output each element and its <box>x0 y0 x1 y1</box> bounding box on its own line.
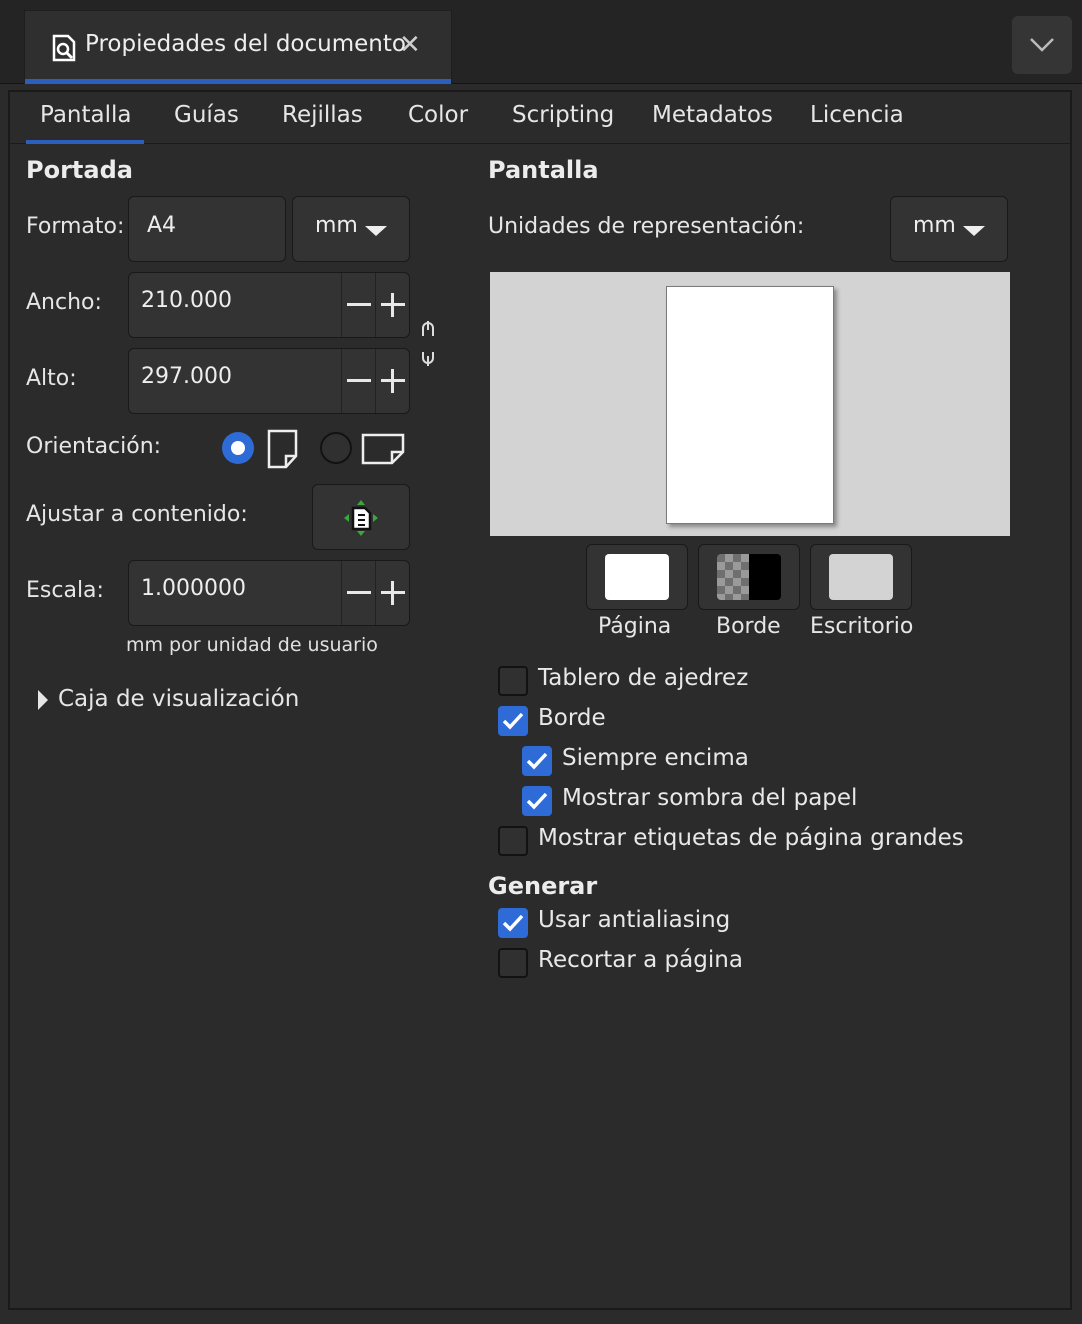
landscape-page-icon[interactable] <box>360 432 406 466</box>
viewbox-expander[interactable]: Caja de visualización <box>58 686 299 712</box>
desk-color-label: Escritorio <box>810 614 914 639</box>
tab-scripting[interactable]: Scripting <box>512 102 614 128</box>
preview-page <box>666 286 834 524</box>
always-on-top-checkbox[interactable] <box>522 746 552 776</box>
border-color-swatch <box>717 554 781 600</box>
page-color-button[interactable] <box>586 544 688 610</box>
width-increment-button[interactable] <box>377 273 411 337</box>
fit-to-content-label: Ajustar a contenido: <box>26 502 248 527</box>
scale-decrement-button[interactable] <box>341 561 375 625</box>
height-increment-button[interactable] <box>377 349 411 413</box>
desk-color-button[interactable] <box>810 544 912 610</box>
orientation-label: Orientación: <box>26 434 162 459</box>
scale-increment-button[interactable] <box>377 561 411 625</box>
active-tab-indicator <box>26 140 144 144</box>
height-decrement-button[interactable] <box>341 349 375 413</box>
tab-color[interactable]: Color <box>408 102 468 128</box>
page-color-swatch <box>605 554 669 600</box>
fit-to-content-button[interactable] <box>312 484 410 550</box>
large-page-labels-label: Mostrar etiquetas de página grandes <box>538 825 964 851</box>
format-label: Formato: <box>26 214 125 239</box>
scale-label: Escala: <box>26 578 104 603</box>
border-checkbox[interactable] <box>498 706 528 736</box>
expander-arrow-icon[interactable] <box>36 688 50 712</box>
antialiasing-checkbox[interactable] <box>498 908 528 938</box>
border-color-button[interactable] <box>698 544 800 610</box>
scale-value: 1.000000 <box>141 576 246 601</box>
large-page-labels-checkbox[interactable] <box>498 826 528 856</box>
width-value: 210.000 <box>141 288 232 313</box>
dropdown-arrow-icon <box>365 226 387 236</box>
document-tab-title: Propiedades del documento <box>85 31 406 57</box>
display-units-value: mm <box>913 213 956 238</box>
checkmark-icon <box>526 752 548 770</box>
pantalla-heading: Pantalla <box>488 156 599 184</box>
page-shadow-label: Mostrar sombra del papel <box>562 785 858 811</box>
document-tab-active-indicator <box>25 79 451 84</box>
width-spinbox[interactable]: 210.000 <box>128 272 410 338</box>
checkerboard-checkbox[interactable] <box>498 666 528 696</box>
dock-menu-button[interactable] <box>1012 16 1072 74</box>
generar-heading: Generar <box>488 872 598 900</box>
desk-color-swatch <box>829 554 893 600</box>
minus-icon <box>347 303 371 306</box>
height-spinbox[interactable]: 297.000 <box>128 348 410 414</box>
tab-rejillas[interactable]: Rejillas <box>282 102 363 128</box>
checkmark-icon <box>526 792 548 810</box>
minus-icon <box>347 379 371 382</box>
format-unit-value: mm <box>315 213 358 238</box>
portrait-page-icon[interactable] <box>266 428 300 470</box>
scale-hint: mm por unidad de usuario <box>126 634 378 656</box>
format-unit-dropdown[interactable]: mm <box>292 196 410 262</box>
chevron-down-icon <box>1030 38 1054 52</box>
tab-bar: Pantalla Guías Rejillas Color Scripting … <box>10 92 1070 144</box>
dropdown-arrow-icon <box>963 226 985 236</box>
title-bar: Propiedades del documento ✕ <box>0 0 1082 84</box>
checkerboard-label: Tablero de ajedrez <box>538 665 749 691</box>
height-value: 297.000 <box>141 364 232 389</box>
fit-page-icon <box>344 500 378 536</box>
border-label: Borde <box>538 705 606 731</box>
link-chain-icon[interactable] <box>420 318 436 368</box>
format-combo[interactable]: A4 <box>128 196 286 262</box>
display-units-dropdown[interactable]: mm <box>890 196 1008 262</box>
format-value: A4 <box>147 213 177 238</box>
border-color-label: Borde <box>716 614 781 639</box>
tab-guias[interactable]: Guías <box>174 102 239 128</box>
tab-metadatos[interactable]: Metadatos <box>652 102 773 128</box>
tab-pantalla[interactable]: Pantalla <box>40 102 132 128</box>
width-label: Ancho: <box>26 290 102 315</box>
page-preview <box>490 272 1010 536</box>
page-color-label: Página <box>598 614 672 639</box>
height-label: Alto: <box>26 366 77 391</box>
page-shadow-checkbox[interactable] <box>522 786 552 816</box>
tab-licencia[interactable]: Licencia <box>810 102 904 128</box>
scale-spinbox[interactable]: 1.000000 <box>128 560 410 626</box>
display-units-label: Unidades de representación: <box>488 214 805 239</box>
document-properties-panel: Pantalla Guías Rejillas Color Scripting … <box>8 90 1072 1310</box>
checkmark-icon <box>502 712 524 730</box>
checkmark-icon <box>502 914 524 932</box>
close-icon[interactable]: ✕ <box>399 31 421 59</box>
clip-to-page-label: Recortar a página <box>538 947 743 973</box>
document-tab[interactable]: Propiedades del documento ✕ <box>24 10 452 84</box>
always-on-top-label: Siempre encima <box>562 745 749 771</box>
document-properties-icon <box>52 34 76 62</box>
width-decrement-button[interactable] <box>341 273 375 337</box>
antialiasing-label: Usar antialiasing <box>538 907 731 933</box>
landscape-radio[interactable] <box>320 432 352 464</box>
portada-heading: Portada <box>26 156 133 184</box>
portrait-radio[interactable] <box>222 432 254 464</box>
minus-icon <box>347 591 371 594</box>
clip-to-page-checkbox[interactable] <box>498 948 528 978</box>
